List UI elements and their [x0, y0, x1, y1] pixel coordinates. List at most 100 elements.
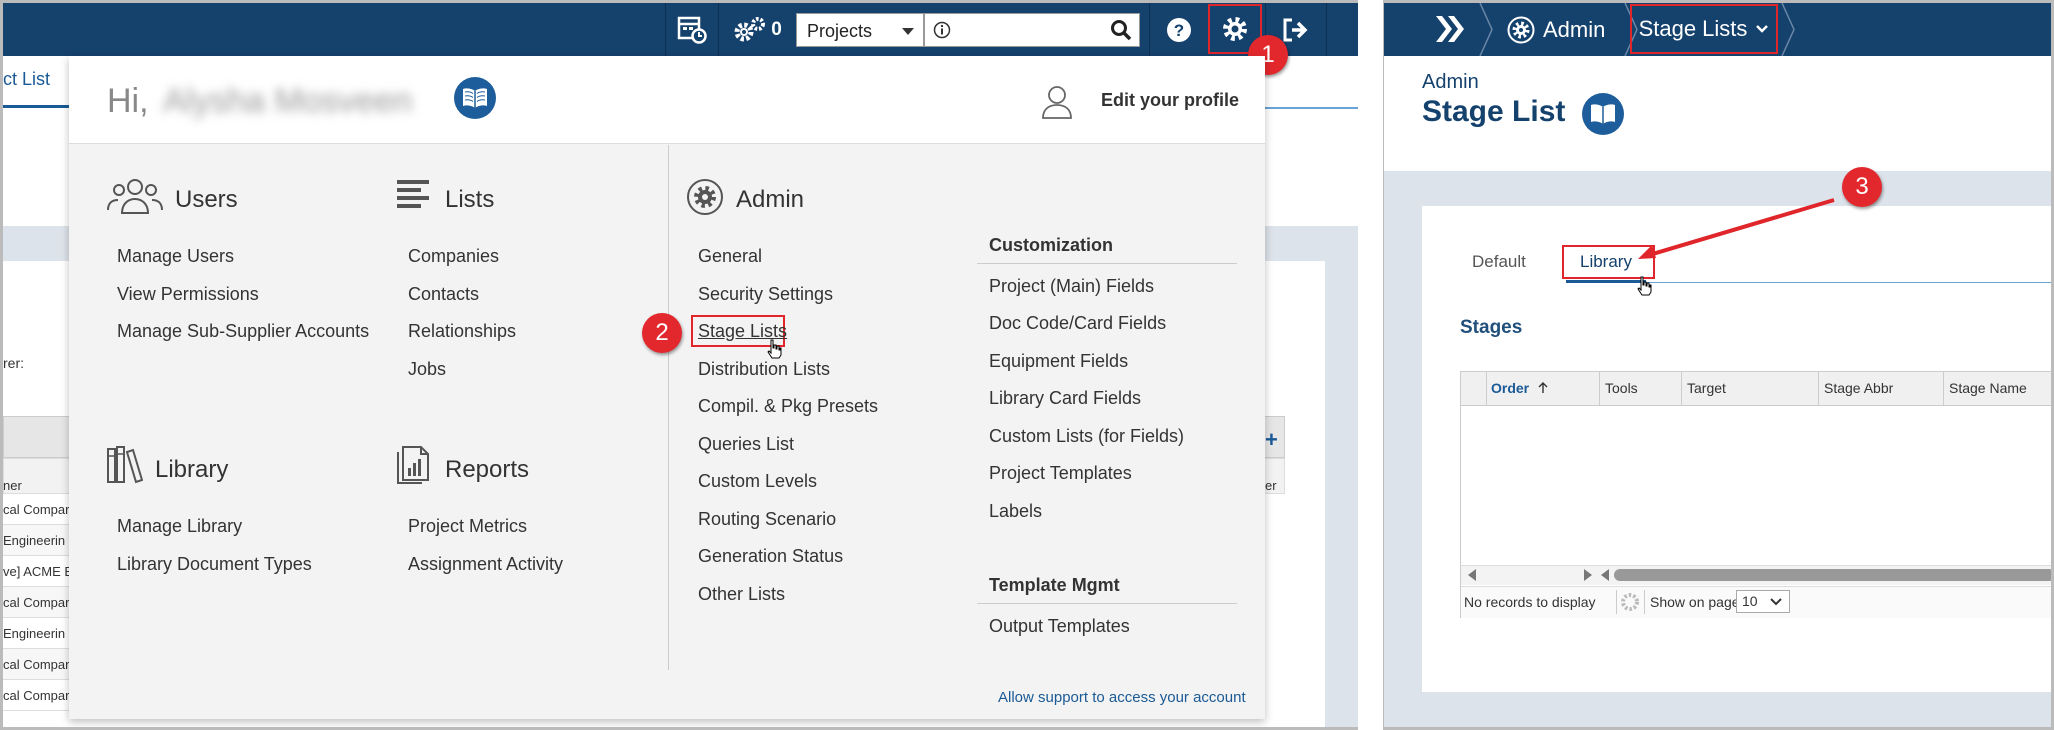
manage-library-link[interactable]: Manage Library [117, 516, 242, 537]
hand-cursor-icon [767, 339, 782, 359]
companies-link[interactable]: Companies [408, 246, 499, 267]
book-help-button[interactable] [1582, 93, 1624, 135]
jobs-link[interactable]: Jobs [408, 359, 446, 380]
library-doc-types-link[interactable]: Library Document Types [117, 554, 312, 575]
table-row: cal Compar [3, 587, 69, 618]
reports-icon [397, 446, 429, 484]
table-row: Engineerin [3, 525, 69, 556]
background-col-right: er [1265, 478, 1277, 493]
search-icon [1111, 20, 1132, 41]
customization-title: Customization [989, 235, 1113, 255]
gears-button[interactable]: 0 [719, 3, 795, 56]
security-settings-link[interactable]: Security Settings [698, 284, 833, 305]
page-size-select[interactable]: 10 [1736, 590, 1790, 613]
search-input[interactable] [924, 13, 1140, 47]
scroll-left-icon[interactable] [1601, 569, 1609, 581]
contacts-link[interactable]: Contacts [408, 284, 479, 305]
gears-icon [734, 16, 766, 41]
template-mgmt-divider [977, 603, 1237, 604]
greeting: Hi, [107, 82, 149, 120]
col-stage-abbr[interactable]: Stage Abbr [1824, 371, 1893, 405]
left-screenshot: ct List rer: ner er + cal Compar Enginee… [0, 0, 1358, 730]
lists-section-title: Lists [445, 186, 495, 213]
book-icon [463, 88, 487, 108]
equipment-fields-link[interactable]: Equipment Fields [989, 351, 1128, 372]
breadcrumb-stage-lists[interactable]: Stage Lists [1630, 4, 1778, 54]
distribution-lists-link[interactable]: Distribution Lists [698, 359, 830, 380]
table-row: cal Compar [3, 494, 69, 525]
view-permissions-link[interactable]: View Permissions [117, 284, 259, 305]
labels-link[interactable]: Labels [989, 501, 1042, 522]
show-on-page-label: Show on page: [1650, 594, 1744, 610]
schedule-button[interactable] [666, 3, 718, 56]
users-icon [107, 179, 163, 214]
chevron-down-icon [1770, 598, 1782, 606]
col-target[interactable]: Target [1687, 371, 1726, 405]
customization-divider [977, 263, 1237, 264]
col-order[interactable]: Order [1491, 371, 1549, 405]
step-badge-3: 3 [1842, 167, 1882, 207]
generation-status-link[interactable]: Generation Status [698, 546, 843, 567]
double-chevron-icon [1436, 16, 1464, 42]
project-templates-link[interactable]: Project Templates [989, 463, 1132, 484]
project-metrics-link[interactable]: Project Metrics [408, 516, 527, 537]
general-link[interactable]: General [698, 246, 762, 267]
assignment-activity-link[interactable]: Assignment Activity [408, 554, 563, 575]
gear-icon [1223, 17, 1247, 41]
calendar-clock-icon [677, 16, 707, 44]
user-name: Alysha Mosveen [163, 82, 413, 120]
menu-divider [668, 145, 669, 670]
breadcrumb-separator-icon [1781, 3, 1795, 56]
project-main-fields-link[interactable]: Project (Main) Fields [989, 276, 1154, 297]
col-stage-name[interactable]: Stage Name [1949, 371, 2027, 405]
compil-pkg-presets-link[interactable]: Compil. & Pkg Presets [698, 396, 878, 417]
manage-users-link[interactable]: Manage Users [117, 246, 234, 267]
scroll-right-icon[interactable] [1584, 569, 1592, 581]
breadcrumb-admin[interactable]: Admin [1507, 3, 1605, 56]
background-tab[interactable]: ct List [3, 69, 50, 90]
library-books-icon [107, 446, 143, 484]
other-lists-link[interactable]: Other Lists [698, 584, 785, 605]
tab-underline [3, 105, 69, 108]
doc-code-card-fields-link[interactable]: Doc Code/Card Fields [989, 313, 1166, 334]
chevron-down-icon [902, 28, 914, 35]
list-icon [397, 180, 429, 208]
background-label: rer: [3, 355, 24, 371]
scroll-left-icon[interactable] [1468, 569, 1476, 581]
project-select[interactable]: Projects [796, 13, 924, 47]
refresh-icon [1621, 593, 1639, 611]
queries-list-link[interactable]: Queries List [698, 434, 794, 455]
sort-ascending-icon [1538, 382, 1548, 393]
manage-sub-supplier-link[interactable]: Manage Sub-Supplier Accounts [117, 321, 369, 342]
col-tools[interactable]: Tools [1605, 371, 1638, 405]
breadcrumb-separator-icon [1479, 3, 1493, 56]
stages-label: Stages [1460, 317, 1523, 338]
table-row: Engineerin [3, 618, 69, 649]
relationships-link[interactable]: Relationships [408, 321, 516, 342]
admin-gear-icon [687, 179, 723, 215]
breadcrumb-current-label: Stage Lists [1638, 16, 1748, 41]
tab-default[interactable]: Default [1472, 252, 1526, 272]
scrollbar-thumb[interactable] [1614, 569, 2051, 581]
info-icon [933, 21, 951, 39]
custom-levels-link[interactable]: Custom Levels [698, 471, 817, 492]
output-templates-link[interactable]: Output Templates [989, 616, 1130, 637]
custom-lists-fields-link[interactable]: Custom Lists (for Fields) [989, 426, 1184, 447]
library-card-fields-link[interactable]: Library Card Fields [989, 388, 1141, 409]
table-row: ve] ACME E [3, 556, 69, 587]
add-icon[interactable]: + [1265, 427, 1278, 453]
background-col: ner [3, 478, 22, 493]
logout-icon [1283, 18, 1308, 41]
tab-library[interactable]: Library [1580, 252, 1632, 272]
user-profile-icon [1042, 86, 1072, 119]
support-access-link[interactable]: Allow support to access your account [998, 689, 1246, 706]
book-help-button[interactable] [454, 77, 496, 119]
panel-gap [1358, 0, 1383, 730]
admin-section-title: Admin [736, 186, 805, 213]
edit-profile-link[interactable]: Edit your profile [1101, 90, 1239, 111]
help-button[interactable]: ? [1150, 3, 1208, 56]
routing-scenario-link[interactable]: Routing Scenario [698, 509, 836, 530]
right-screenshot: Admin Stage Lists Admin Stage List Defau… [1383, 0, 2054, 730]
svg-text:?: ? [1174, 21, 1184, 40]
table-row: cal Compar [3, 680, 69, 711]
